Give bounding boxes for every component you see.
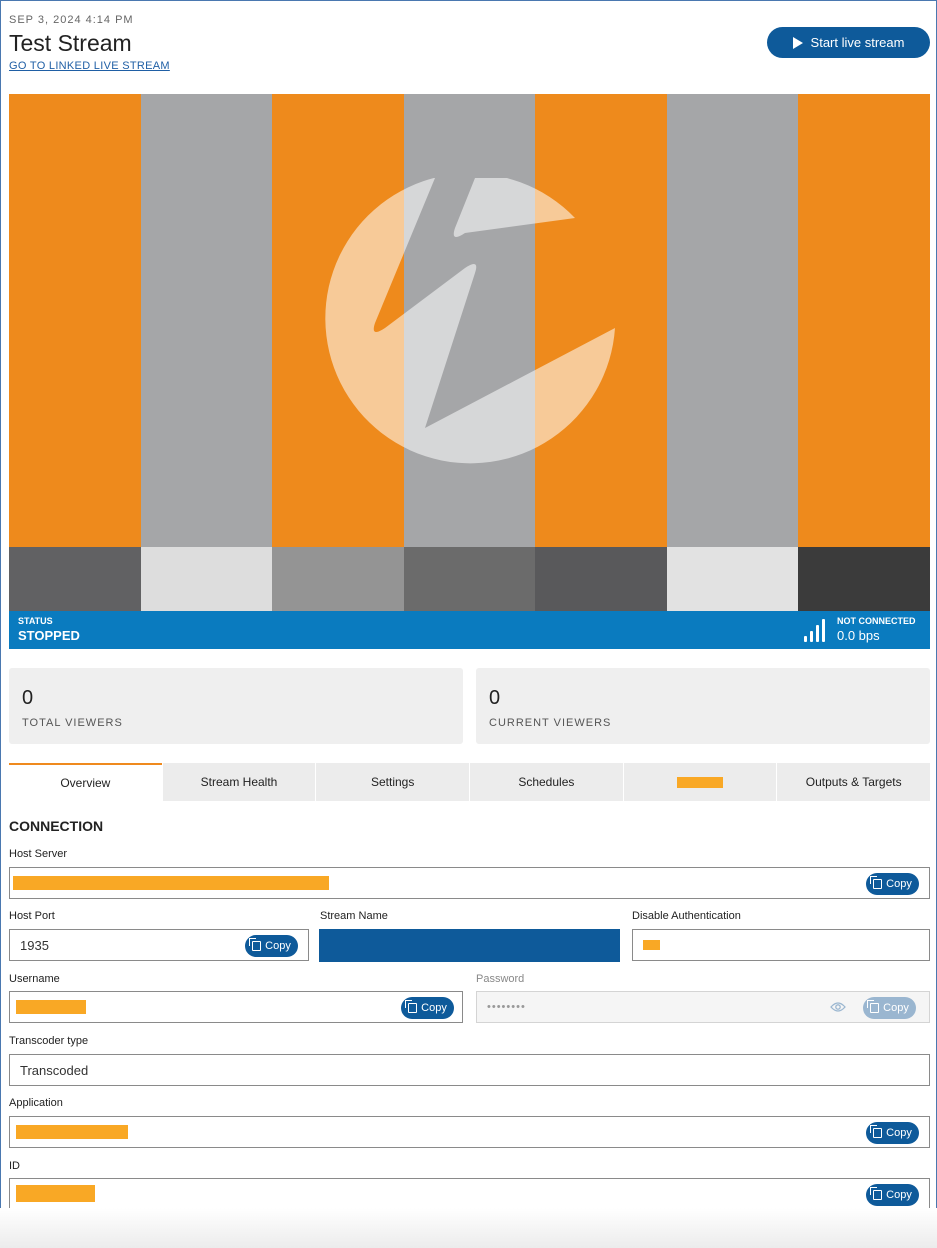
copy-icon	[405, 1000, 418, 1013]
total-viewers-card: 0 TOTAL VIEWERS	[9, 668, 463, 744]
redacted-text	[16, 1185, 95, 1202]
copy-host-port-button[interactable]: Copy	[245, 935, 298, 957]
id-field[interactable]: Copy	[9, 1178, 930, 1210]
play-icon	[792, 36, 803, 49]
current-viewers-label: CURRENT VIEWERS	[489, 717, 612, 729]
grayscale-bar	[798, 547, 930, 611]
color-bar	[9, 94, 141, 547]
grayscale-bar	[666, 547, 799, 611]
host-port-field[interactable]: 1935 Copy	[9, 929, 309, 961]
copy-icon	[870, 876, 883, 889]
color-bar	[666, 94, 799, 547]
total-viewers-value: 0	[22, 687, 34, 709]
copy-label: Copy	[265, 940, 291, 952]
start-live-stream-button[interactable]: Start live stream	[767, 27, 930, 58]
stream-date: SEP 3, 2024 4:14 PM	[9, 14, 134, 26]
current-viewers-value: 0	[489, 687, 501, 709]
application-field[interactable]: Copy	[9, 1116, 930, 1148]
bottom-fade	[0, 1208, 937, 1248]
start-live-stream-label: Start live stream	[810, 35, 905, 50]
stream-name-label: Stream Name	[320, 910, 388, 922]
status-label: STATUS	[18, 616, 53, 626]
host-server-label: Host Server	[9, 848, 68, 860]
redacted-text	[16, 1125, 128, 1139]
disable-authentication-field[interactable]	[632, 929, 930, 961]
color-bar	[798, 94, 930, 547]
disable-authentication-label: Disable Authentication	[632, 910, 741, 922]
redacted-text	[16, 1000, 86, 1014]
copy-icon	[870, 1187, 883, 1200]
grayscale-bar	[535, 547, 667, 611]
tab-schedules[interactable]: Schedules	[470, 763, 623, 801]
redacted-text	[643, 940, 660, 950]
host-server-field[interactable]: Copy	[9, 867, 930, 899]
tab-outputs-targets[interactable]: Outputs & Targets	[777, 763, 931, 801]
transcoder-type-value: Transcoded	[20, 1063, 89, 1078]
password-value: ••••••••	[487, 1001, 526, 1013]
password-field: •••••••• Copy	[476, 991, 930, 1023]
bitrate-value: 0.0 bps	[837, 628, 880, 643]
copy-label: Copy	[421, 1002, 447, 1014]
connection-label: NOT CONNECTED	[837, 616, 916, 626]
grayscale-bars	[9, 547, 930, 611]
copy-label: Copy	[886, 1127, 912, 1139]
status-value: STOPPED	[18, 628, 80, 643]
transcoder-type-label: Transcoder type	[9, 1035, 89, 1047]
total-viewers-label: TOTAL VIEWERS	[22, 717, 123, 729]
copy-application-button[interactable]: Copy	[866, 1122, 919, 1144]
grayscale-bar	[9, 547, 141, 611]
copy-id-button[interactable]: Copy	[866, 1184, 919, 1206]
signal-strength-icon	[804, 619, 825, 642]
transcoder-type-field[interactable]: Transcoded	[9, 1054, 930, 1086]
copy-icon	[249, 938, 262, 951]
username-label: Username	[9, 973, 60, 985]
copy-username-button[interactable]: Copy	[401, 997, 454, 1019]
copy-host-server-button[interactable]: Copy	[866, 873, 919, 895]
username-field[interactable]: Copy	[9, 991, 463, 1023]
tab-bar: Overview Stream Health Settings Schedule…	[9, 763, 931, 801]
id-label: ID	[9, 1160, 20, 1172]
redacted-text	[677, 776, 724, 788]
copy-label: Copy	[886, 1189, 912, 1201]
copy-password-button: Copy	[863, 997, 916, 1019]
copy-label: Copy	[886, 878, 912, 890]
host-port-value: 1935	[20, 938, 49, 953]
stream-name-field[interactable]	[319, 929, 620, 962]
page-title: Test Stream	[9, 30, 132, 56]
status-bar: STATUS STOPPED NOT CONNECTED 0.0 bps	[9, 611, 930, 649]
application-label: Application	[9, 1097, 63, 1109]
stream-preview	[9, 94, 930, 611]
copy-icon	[870, 1125, 883, 1138]
tab-redacted[interactable]	[623, 763, 777, 801]
password-label: Password	[476, 973, 525, 985]
copy-label: Copy	[883, 1002, 909, 1014]
redacted-text	[13, 876, 329, 890]
grayscale-bar	[272, 547, 404, 611]
eye-icon	[830, 1002, 846, 1012]
current-viewers-card: 0 CURRENT VIEWERS	[476, 668, 930, 744]
grayscale-bar	[403, 547, 536, 611]
connection-section-title: CONNECTION	[9, 818, 104, 834]
wowza-logo-icon	[325, 178, 615, 464]
copy-icon	[867, 1000, 880, 1013]
grayscale-bar	[140, 547, 273, 611]
host-port-label: Host Port	[9, 910, 55, 922]
tab-overview[interactable]: Overview	[9, 763, 162, 801]
tab-settings[interactable]: Settings	[316, 763, 470, 801]
linked-live-stream-link[interactable]: GO TO LINKED LIVE STREAM	[9, 60, 170, 72]
color-bar	[140, 94, 273, 547]
tab-stream-health[interactable]: Stream Health	[162, 763, 316, 801]
